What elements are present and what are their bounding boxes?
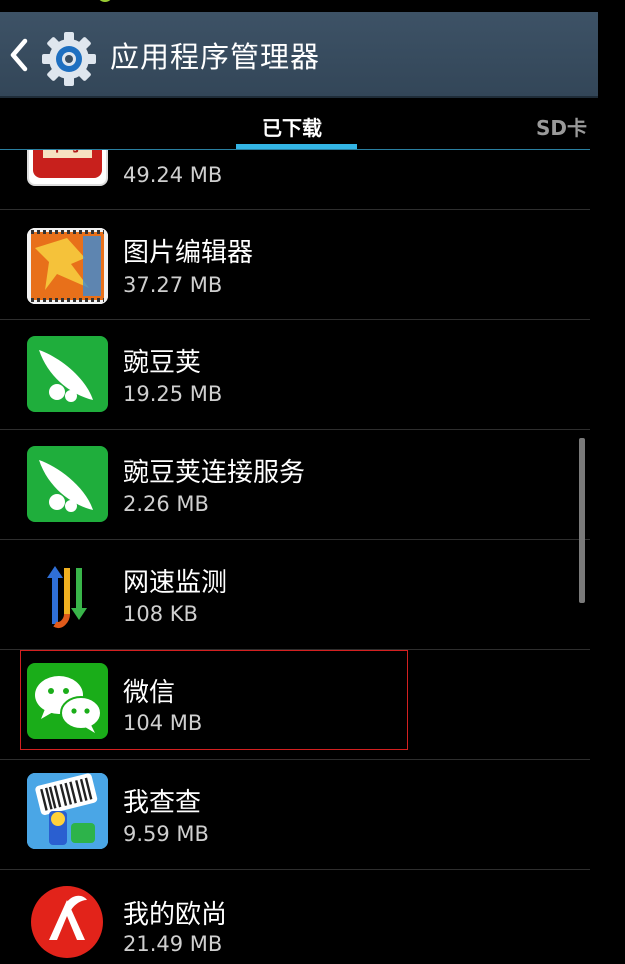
list-item[interactable]: 萬 49.24 MB bbox=[0, 150, 590, 210]
network-speed-icon bbox=[27, 554, 108, 630]
app-name: 豌豆荚 bbox=[123, 348, 202, 378]
picture-icon bbox=[176, 0, 198, 8]
app-notification-icon bbox=[99, 0, 111, 2]
app-size: 108 KB bbox=[123, 602, 198, 626]
gear-icon[interactable] bbox=[40, 30, 98, 88]
app-name: 我的欧尚 bbox=[123, 900, 228, 930]
sim-icon bbox=[406, 0, 430, 8]
list-item[interactable]: 豌豆荚连接服务 2.26 MB bbox=[0, 430, 590, 540]
data-transfer-icon bbox=[268, 0, 294, 8]
photo-editor-icon bbox=[27, 228, 108, 304]
app-list[interactable]: 萬 49.24 MB 图片编辑器 37.27 MB bbox=[0, 150, 590, 964]
list-item[interactable]: 我查查 9.59 MB bbox=[0, 760, 590, 870]
action-bar: 应用程序管理器 bbox=[0, 12, 598, 98]
app-size: 49.24 MB bbox=[123, 163, 223, 187]
app-size: 9.59 MB bbox=[123, 822, 209, 846]
app-name: 我查查 bbox=[123, 788, 202, 818]
tab-bar: 已下载 SD卡 bbox=[0, 98, 598, 150]
tab-downloaded[interactable]: 已下载 bbox=[262, 112, 322, 141]
list-item[interactable]: 图片编辑器 37.27 MB bbox=[0, 210, 590, 320]
app-size: 19.25 MB bbox=[123, 382, 223, 406]
tab-sd-card[interactable]: SD卡 bbox=[536, 112, 587, 141]
mahjong-icon: 萬 bbox=[27, 150, 108, 186]
app-size: 2.26 MB bbox=[123, 492, 209, 516]
svg-text:萬: 萬 bbox=[53, 150, 81, 157]
list-item[interactable]: 豌豆荚 19.25 MB bbox=[0, 320, 590, 430]
selection-highlight bbox=[20, 650, 408, 750]
wandoujia-connect-icon bbox=[27, 446, 108, 522]
scrollbar[interactable] bbox=[579, 438, 585, 603]
barcode-scanner-icon bbox=[27, 773, 108, 849]
page-title: 应用程序管理器 bbox=[110, 40, 321, 74]
app-name: 豌豆荚连接服务 bbox=[123, 458, 306, 488]
app-name: 网速监测 bbox=[123, 568, 228, 598]
notification-icon bbox=[8, 0, 28, 8]
app-size: 21.49 MB bbox=[123, 932, 223, 956]
battery-icon bbox=[476, 0, 498, 8]
app-manager-screen: 应用程序管理器 已下载 SD卡 萬 49.24 MB bbox=[0, 0, 598, 964]
status-bar bbox=[0, 0, 598, 12]
app-size: 37.27 MB bbox=[123, 273, 223, 297]
app-name: 图片编辑器 bbox=[123, 238, 254, 268]
wandoujia-icon bbox=[27, 336, 108, 412]
list-item[interactable]: 我的欧尚 21.49 MB bbox=[0, 870, 590, 964]
signal-icon bbox=[370, 0, 398, 8]
back-arrow-icon[interactable] bbox=[8, 38, 30, 72]
auchan-icon bbox=[27, 884, 108, 960]
list-item[interactable]: 网速监测 108 KB bbox=[0, 540, 590, 650]
screen-edge bbox=[598, 0, 625, 964]
